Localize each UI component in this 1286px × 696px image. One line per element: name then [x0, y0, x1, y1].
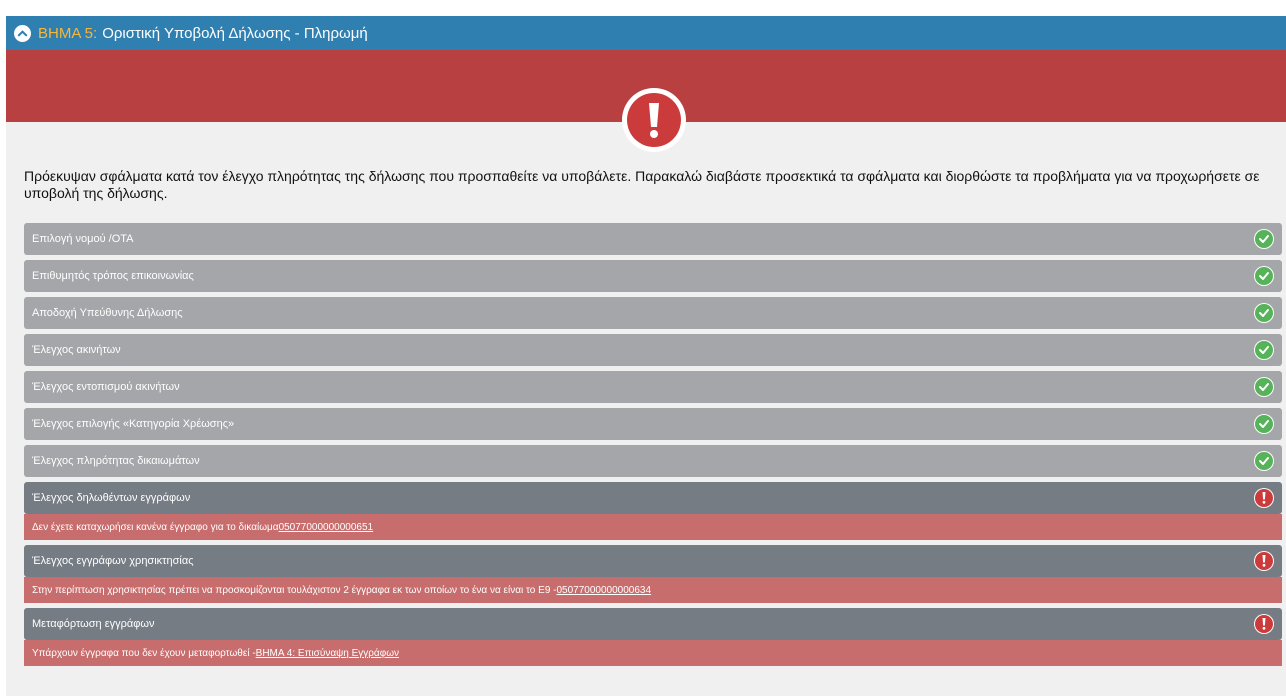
- check-icon: [1254, 303, 1274, 323]
- check-row[interactable]: Έλεγχος επιλογής «Κατηγορία Χρέωσης»: [24, 408, 1282, 440]
- error-link[interactable]: ΒΗΜΑ 4: Επισύναψη Εγγράφων: [256, 648, 399, 659]
- chevron-up-icon[interactable]: [14, 24, 31, 42]
- exclamation-icon: [1254, 551, 1274, 571]
- check-icon: [1254, 414, 1274, 434]
- error-link[interactable]: 05077000000000634: [557, 585, 652, 596]
- error-message: Υπάρχουν έγγραφα που δεν έχουν μεταφορτω…: [24, 640, 1282, 666]
- check-label: Έλεγχος πληρότητας δικαιωμάτων: [32, 455, 200, 467]
- check-row[interactable]: Έλεγχος εντοπισμού ακινήτων: [24, 371, 1282, 403]
- error-message-text: Υπάρχουν έγγραφα που δεν έχουν μεταφορτω…: [32, 647, 256, 659]
- error-message-text: Στην περίπτωση χρησικτησίας πρέπει να πρ…: [32, 584, 557, 596]
- check-icon: [1254, 266, 1274, 286]
- check-row[interactable]: Μεταφόρτωση εγγράφων: [24, 608, 1282, 640]
- error-link[interactable]: 05077000000000651: [279, 522, 374, 533]
- check-row[interactable]: Έλεγχος ακινήτων: [24, 334, 1282, 366]
- step-title: Οριστική Υποβολή Δήλωσης - Πληρωμή: [102, 24, 368, 42]
- check-icon: [1254, 229, 1274, 249]
- check-row[interactable]: Έλεγχος εγγράφων χρησικτησίας: [24, 545, 1282, 577]
- check-label: Επιθυμητός τρόπος επικοινωνίας: [32, 270, 194, 282]
- error-message: Στην περίπτωση χρησικτησίας πρέπει να πρ…: [24, 577, 1282, 603]
- check-row[interactable]: Επιθυμητός τρόπος επικοινωνίας: [24, 260, 1282, 292]
- check-icon: [1254, 451, 1274, 471]
- check-label: Αποδοχή Υπεύθυνης Δήλωσης: [32, 307, 183, 319]
- check-label: Επιλογή νομού /ΟΤΑ: [32, 233, 134, 245]
- check-label: Έλεγχος εγγράφων χρησικτησίας: [32, 555, 194, 567]
- check-icon: [1254, 377, 1274, 397]
- exclamation-icon: [1254, 488, 1274, 508]
- error-message-text: Δεν έχετε καταχωρήσει κανένα έγγραφο για…: [32, 521, 279, 533]
- check-label: Έλεγχος εντοπισμού ακινήτων: [32, 381, 180, 393]
- exclamation-icon: [1254, 614, 1274, 634]
- checks-list: Επιλογή νομού /ΟΤΑ Επιθυμητός τρόπος επικ…: [24, 223, 1282, 671]
- check-row[interactable]: Επιλογή νομού /ΟΤΑ: [24, 223, 1282, 255]
- check-label: Έλεγχος επιλογής «Κατηγορία Χρέωσης»: [32, 418, 235, 430]
- check-row[interactable]: Αποδοχή Υπεύθυνης Δήλωσης: [24, 297, 1282, 329]
- check-row[interactable]: Έλεγχος πληρότητας δικαιωμάτων: [24, 445, 1282, 477]
- check-label: Έλεγχος δηλωθέντων εγγράφων: [32, 492, 191, 504]
- step-header[interactable]: ΒΗΜΑ 5: Οριστική Υποβολή Δήλωσης - Πληρω…: [6, 16, 1286, 50]
- check-label: Μεταφόρτωση εγγράφων: [32, 618, 155, 630]
- error-intro-text: Πρόεκυψαν σφάλματα κατά τον έλεγχο πληρό…: [24, 168, 1260, 201]
- step-number: ΒΗΜΑ 5:: [38, 24, 98, 42]
- check-icon: [1254, 340, 1274, 360]
- error-message: Δεν έχετε καταχωρήσει κανένα έγγραφο για…: [24, 514, 1282, 540]
- check-row[interactable]: Έλεγχος δηλωθέντων εγγράφων: [24, 482, 1282, 514]
- alert-icon: [622, 88, 686, 152]
- check-label: Έλεγχος ακινήτων: [32, 344, 121, 356]
